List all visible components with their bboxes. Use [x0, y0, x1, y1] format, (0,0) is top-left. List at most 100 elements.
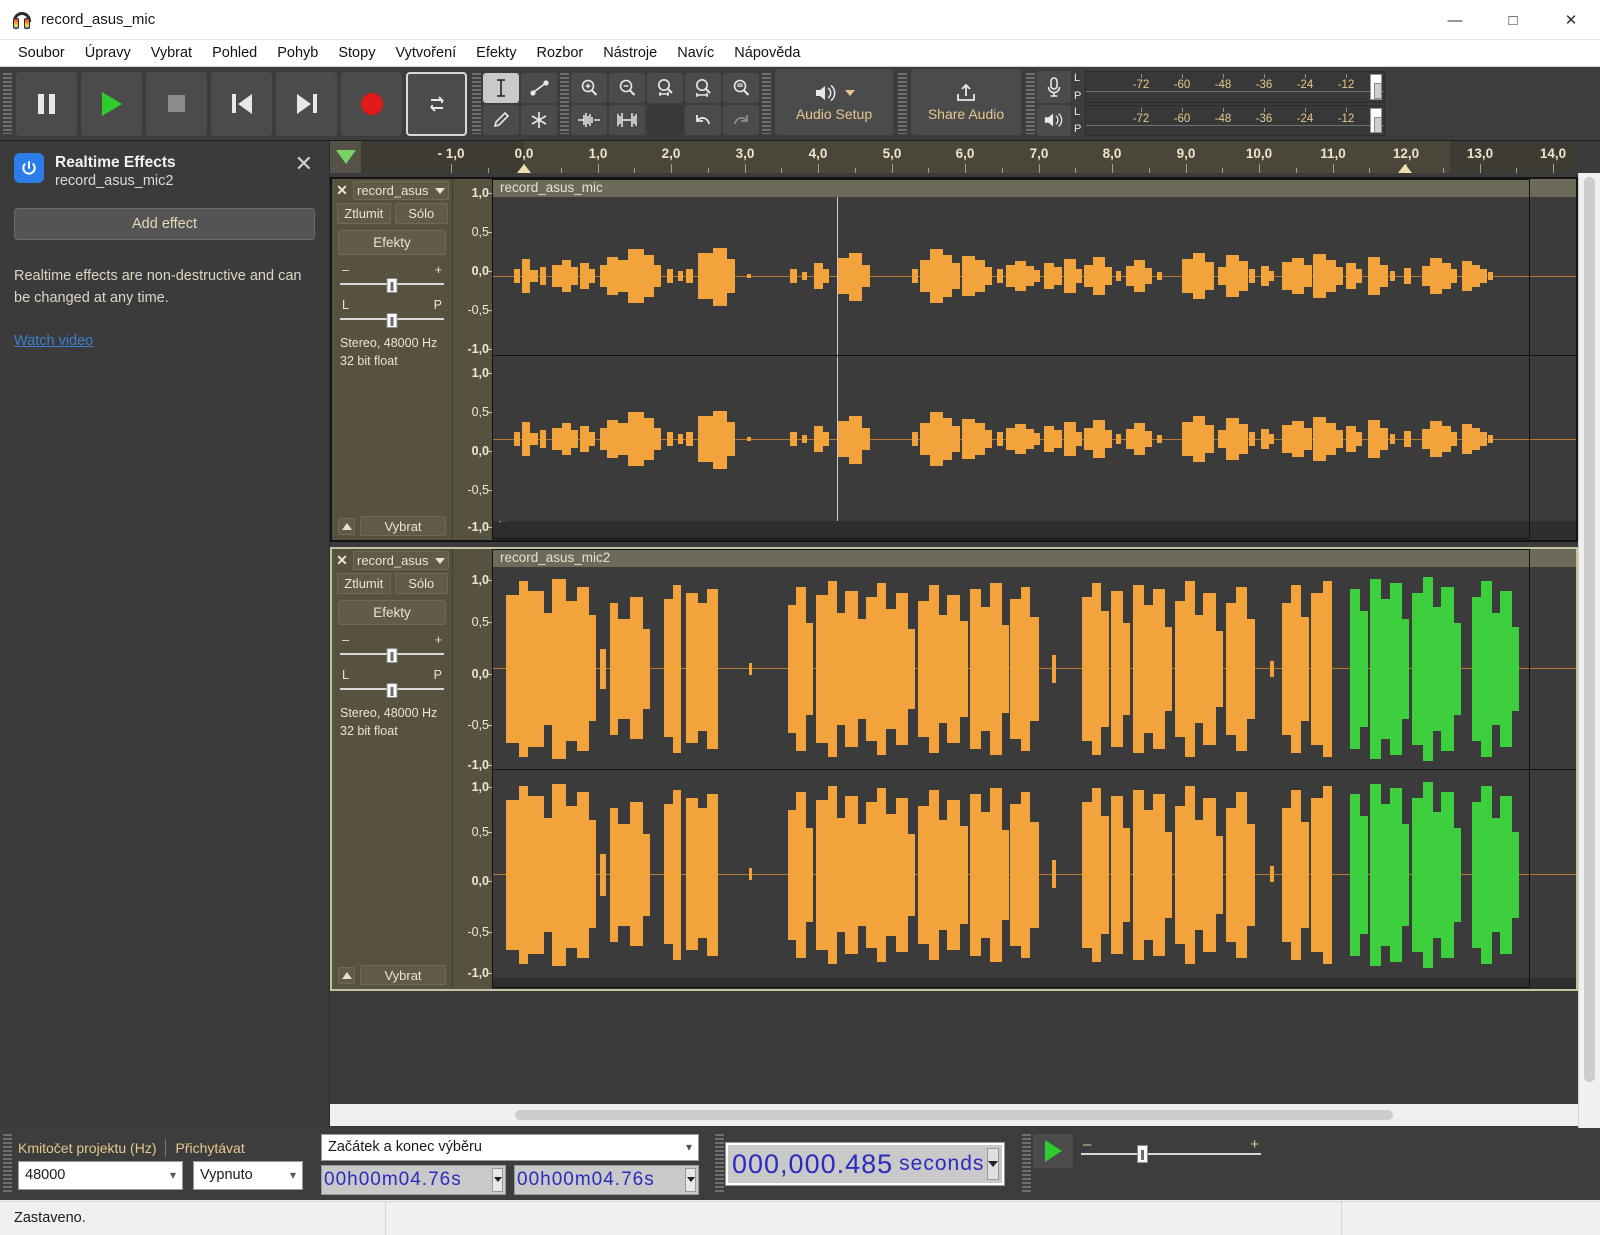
- selection-toolbar-grip[interactable]: [3, 1134, 12, 1194]
- record-meter-button[interactable]: [1037, 71, 1071, 103]
- track-2[interactable]: ✕ record_asus Ztlumit Sólo Efekty – + L …: [330, 547, 1578, 991]
- menu-rozbor[interactable]: Rozbor: [526, 42, 593, 64]
- tools-toolbar-grip[interactable]: [472, 73, 481, 134]
- track-1-name-dropdown[interactable]: record_asus: [353, 181, 449, 200]
- silence-audio-button[interactable]: [609, 104, 645, 135]
- audio-position-spinner[interactable]: [987, 1148, 999, 1180]
- undo-button[interactable]: [685, 104, 721, 135]
- track-2-collapse-button[interactable]: [338, 966, 355, 984]
- close-button[interactable]: ✕: [1542, 0, 1600, 40]
- fit-project-button[interactable]: [685, 72, 721, 103]
- pan-slider-thumb[interactable]: [386, 683, 398, 698]
- track-1-vertical-ruler[interactable]: 1,0 0,5 0,0 -0,5 -1,0 1,0 0,5 0,0 -0,5 -…: [452, 179, 492, 540]
- snap-select[interactable]: Vypnuto ▾: [193, 1160, 303, 1190]
- maximize-button[interactable]: □: [1484, 0, 1542, 40]
- project-rate-select[interactable]: 48000 ▾: [18, 1160, 183, 1190]
- envelope-tool[interactable]: [521, 72, 557, 103]
- zoom-toggle-button[interactable]: [723, 72, 759, 103]
- fit-selection-button[interactable]: [647, 72, 683, 103]
- track-1[interactable]: ✕ record_asus Ztlumit Sólo Efekty – + L …: [330, 177, 1578, 542]
- minimize-button[interactable]: —: [1426, 0, 1484, 40]
- menu-pohled[interactable]: Pohled: [202, 42, 267, 64]
- gain-slider-thumb[interactable]: [386, 278, 398, 293]
- record-button[interactable]: [341, 71, 402, 136]
- menu-vytvoreni[interactable]: Vytvoření: [385, 42, 466, 64]
- track-2-channel-right[interactable]: [492, 770, 1576, 978]
- horizontal-scrollbar[interactable]: [330, 1104, 1578, 1126]
- track-1-effects-button[interactable]: Efekty: [338, 230, 446, 255]
- play-volume-slider[interactable]: [1370, 107, 1382, 133]
- play-button[interactable]: [81, 71, 142, 136]
- zoom-in-button[interactable]: [571, 72, 607, 103]
- track-2-solo-button[interactable]: Sólo: [394, 573, 448, 594]
- selection-start-spinner[interactable]: [492, 1167, 503, 1192]
- play-speed-grip[interactable]: [1022, 1134, 1031, 1194]
- draw-tool[interactable]: [483, 104, 519, 135]
- pinned-play-head-button[interactable]: [330, 141, 362, 173]
- track-1-select-button[interactable]: Vybrat: [360, 516, 446, 536]
- track-1-mute-button[interactable]: Ztlumit: [337, 203, 391, 224]
- track-2-close-button[interactable]: ✕: [335, 552, 349, 569]
- menu-pohyb[interactable]: Pohyb: [267, 42, 328, 64]
- menu-vybrat[interactable]: Vybrat: [141, 42, 202, 64]
- play-meter-bar[interactable]: -72 -60 -48 -36 -24 -12: [1085, 104, 1385, 136]
- record-meter-bar[interactable]: -72 -60 -48 -36 -24 -12: [1085, 71, 1385, 103]
- menu-navic[interactable]: Navíc: [667, 42, 724, 64]
- track-2-name-dropdown[interactable]: record_asus: [353, 551, 449, 570]
- stop-button[interactable]: [146, 71, 207, 136]
- audio-position-field[interactable]: 000,000.485 seconds: [725, 1142, 1005, 1186]
- timeline-scale[interactable]: - 1,0 0,0 1,0 2,0 3,0 4,0 5,0 6,0 7,0 8,…: [362, 141, 1578, 173]
- menu-soubor[interactable]: Soubor: [8, 42, 75, 64]
- zoom-out-button[interactable]: [609, 72, 645, 103]
- multi-tool[interactable]: [521, 104, 557, 135]
- selection-end-field[interactable]: 00h00m04.76s: [514, 1164, 699, 1195]
- record-volume-slider[interactable]: [1370, 74, 1382, 100]
- track-2-clip-title[interactable]: record_asus_mic2: [492, 549, 1576, 567]
- timeline-ruler[interactable]: - 1,0 0,0 1,0 2,0 3,0 4,0 5,0 6,0 7,0 8,…: [330, 141, 1578, 173]
- add-effect-button[interactable]: Add effect: [14, 207, 315, 240]
- time-toolbar-grip[interactable]: [715, 1134, 724, 1194]
- track-2-pan-slider[interactable]: L P: [340, 668, 444, 698]
- share-audio-button[interactable]: Share Audio: [911, 69, 1021, 135]
- redo-button[interactable]: [723, 104, 759, 135]
- track-2-effects-button[interactable]: Efekty: [338, 600, 446, 625]
- horizontal-scrollbar-thumb[interactable]: [515, 1110, 1393, 1120]
- trim-audio-button[interactable]: [571, 104, 607, 135]
- selection-end-spinner[interactable]: [685, 1167, 696, 1192]
- track-1-clip-title[interactable]: record_asus_mic: [492, 179, 1576, 197]
- selection-mode-select[interactable]: Začátek a konec výběru ▾: [321, 1133, 699, 1161]
- close-icon[interactable]: ✕: [293, 153, 315, 175]
- skip-to-end-button[interactable]: [276, 71, 337, 136]
- track-2-select-button[interactable]: Vybrat: [360, 965, 446, 985]
- realtime-effects-power-toggle[interactable]: [14, 153, 44, 183]
- track-1-waveform-area[interactable]: record_asus_mic ← ← ←: [492, 179, 1576, 540]
- selection-tool[interactable]: [483, 72, 519, 103]
- track-2-waveform-area[interactable]: record_asus_mic2: [492, 549, 1576, 989]
- watch-video-link[interactable]: Watch video: [14, 333, 93, 349]
- play-speed-thumb[interactable]: [1137, 1145, 1148, 1163]
- skip-to-start-button[interactable]: [211, 71, 272, 136]
- pause-button[interactable]: [16, 71, 77, 136]
- audio-setup-grip[interactable]: [762, 73, 771, 134]
- selection-start-field[interactable]: 00h00m04.76s: [321, 1164, 506, 1195]
- transport-toolbar-grip[interactable]: [3, 73, 12, 134]
- play-speed-slider[interactable]: – +: [1081, 1136, 1261, 1166]
- menu-stopy[interactable]: Stopy: [328, 42, 385, 64]
- menu-efekty[interactable]: Efekty: [466, 42, 526, 64]
- vertical-scrollbar[interactable]: [1578, 173, 1600, 1128]
- audio-setup-button[interactable]: Audio Setup: [775, 69, 893, 135]
- gain-slider-thumb[interactable]: [386, 648, 398, 663]
- play-at-speed-button[interactable]: [1033, 1134, 1073, 1168]
- track-1-solo-button[interactable]: Sólo: [394, 203, 448, 224]
- track-1-collapse-button[interactable]: [338, 517, 355, 535]
- track-2-mute-button[interactable]: Ztlumit: [337, 573, 391, 594]
- track-1-channel-right[interactable]: [492, 356, 1576, 521]
- meter-toolbar-grip[interactable]: [1026, 73, 1035, 134]
- share-audio-grip[interactable]: [898, 73, 907, 134]
- track-2-gain-slider[interactable]: – +: [340, 633, 444, 663]
- menu-upravy[interactable]: Úpravy: [75, 42, 141, 64]
- pan-slider-thumb[interactable]: [386, 313, 398, 328]
- track-2-vertical-ruler[interactable]: 1,0 0,5 0,0 -0,5 -1,0 1,0 0,5 0,0 -0,5 -…: [452, 549, 492, 989]
- track-1-pan-slider[interactable]: L P: [340, 298, 444, 328]
- loop-button[interactable]: [406, 71, 467, 136]
